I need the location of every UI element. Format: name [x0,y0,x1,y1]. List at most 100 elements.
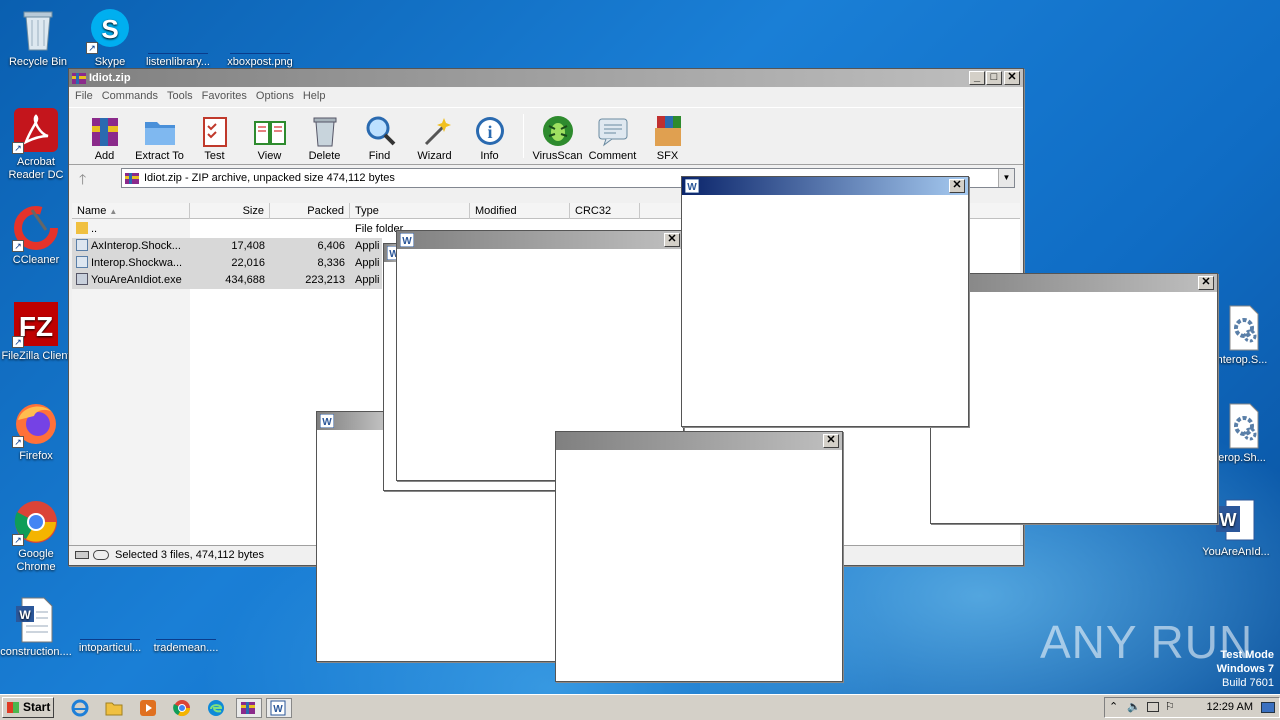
word-app-icon: W [399,232,415,248]
desktop-icon-firefox[interactable]: ↗ Firefox [0,400,74,463]
desktop-icon-label: Recycle Bin [8,56,68,68]
table-row[interactable]: YouAreAnIdiot.exe 434,688 223,213 Appli [72,272,382,289]
desktop-icon-chrome[interactable]: ↗ Google Chrome [0,498,74,574]
wizard-button[interactable]: Wizard [407,108,462,164]
clock[interactable]: 12:29 AM [1207,698,1253,717]
edge-icon[interactable] [206,698,226,718]
trash-icon [308,114,342,148]
close-button[interactable]: ✕ [664,233,680,247]
sfx-button[interactable]: SFX [640,108,695,164]
up-arrow-icon[interactable]: 🡑 [79,169,86,193]
word-taskbar-button[interactable]: W [266,698,292,718]
ccleaner-icon: ↗ [12,204,60,252]
popup-titlebar[interactable]: ✕ [931,274,1217,292]
chevron-down-icon[interactable]: ▼ [998,169,1014,187]
volume-icon[interactable]: 🔈 [1127,698,1141,717]
svg-text:FZ: FZ [19,311,53,342]
file-size: 434,688 [225,274,265,286]
status-text: Selected 3 files, 474,112 bytes [115,549,265,561]
start-button[interactable]: Start [2,697,54,718]
menu-favorites[interactable]: Favorites [202,87,254,107]
desktop-icon-intoparticul[interactable]: intoparticul... [72,596,148,655]
bug-icon [541,114,575,148]
skype-icon: S ↗ [86,6,134,54]
media-player-icon[interactable] [138,698,158,718]
file-name: AxInterop.Shock... [91,240,181,252]
svg-text:W: W [1220,510,1237,530]
winrar-titlebar[interactable]: Idiot.zip _ □ ✕ [69,69,1023,87]
menu-options[interactable]: Options [256,87,301,107]
shortcut-arrow-icon: ↗ [12,534,24,546]
word-app-icon: W [684,178,700,194]
menu-commands[interactable]: Commands [102,87,165,107]
os-version-line: Windows 7 [1216,663,1274,675]
table-row[interactable]: Interop.Shockwa... 22,016 8,336 Appli [72,255,382,272]
comment-button[interactable]: Comment [585,108,640,164]
test-mode-text: Test Mode Windows 7 Build 7601 [1217,648,1274,690]
view-button[interactable]: View [242,108,297,164]
desktop-icon-label: CCleaner [12,254,60,266]
maximize-button[interactable]: □ [986,71,1002,85]
chrome-icon[interactable] [172,698,192,718]
desktop-icon-recycle-bin[interactable]: Recycle Bin [0,6,76,69]
add-archive-icon [88,114,122,148]
extract-to-button[interactable]: Extract To [132,108,187,164]
popup-titlebar[interactable]: W [317,412,383,430]
close-button[interactable]: ✕ [1198,276,1214,290]
desktop-icon-skype[interactable]: S ↗ Skype [72,6,148,69]
word-document-icon: W [12,596,60,644]
chevron-up-icon[interactable]: ⌃ [1109,698,1118,717]
table-row[interactable]: AxInterop.Shock... 17,408 6,406 Appli [72,238,382,255]
column-header-packed[interactable]: Packed [270,203,350,219]
desktop-icon-listenlibrary[interactable]: listenlibrary... [140,6,216,69]
find-button[interactable]: Find [352,108,407,164]
desktop-icon-label: intoparticul... [78,642,142,654]
desktop-icon-trademean[interactable]: trademean.... [148,596,224,655]
desktop-icon-filezilla[interactable]: FZ ↗ FileZilla Client [0,300,74,363]
minimize-button[interactable]: _ [969,71,985,85]
column-header-crc32[interactable]: CRC32 [570,203,640,219]
popup-window[interactable]: ✕ [930,273,1218,524]
info-icon: i [473,114,507,148]
virusscan-button[interactable]: VirusScan [530,108,585,164]
internet-explorer-icon[interactable] [70,698,90,718]
popup-titlebar[interactable]: W ✕ [682,177,968,195]
word-document-icon: W [1212,496,1260,544]
file-size [190,221,270,238]
info-button[interactable]: i Info [462,108,517,164]
desktop-icon-xboxpost[interactable]: xboxpost.png [222,6,298,69]
popup-window-active[interactable]: W ✕ [681,176,969,427]
show-desktop-icon[interactable] [1261,702,1275,713]
add-button[interactable]: Add [77,108,132,164]
menu-help[interactable]: Help [303,87,333,107]
popup-window[interactable]: ✕ [555,431,843,682]
desktop-icon-label: construction.... [0,646,72,658]
menu-file[interactable]: File [75,87,100,107]
column-header-size[interactable]: Size [190,203,270,219]
action-center-flag-icon[interactable]: ⚐ [1165,698,1175,717]
popup-titlebar[interactable]: W ✕ [397,231,683,249]
desktop-icon-acrobat[interactable]: ↗ Acrobat Reader DC [0,106,74,182]
comment-icon [596,114,630,148]
column-header-modified[interactable]: Modified [470,203,570,219]
close-button[interactable]: ✕ [1004,71,1020,85]
network-icon[interactable] [1147,702,1159,712]
close-button[interactable]: ✕ [949,179,965,193]
desktop-icon-construction[interactable]: W construction.... [0,596,74,659]
explorer-folder-icon[interactable] [104,698,124,718]
start-label: Start [23,700,51,714]
file-size: 22,016 [231,257,265,269]
menu-tools[interactable]: Tools [167,87,200,107]
menu-bar: File Commands Tools Favorites Options He… [69,87,1023,107]
dll-file-icon [76,256,88,268]
popup-titlebar[interactable]: ✕ [556,432,842,450]
column-header-type[interactable]: Type [350,203,470,219]
svg-text:W: W [402,236,412,247]
desktop-icon-ccleaner[interactable]: ↗ CCleaner [0,204,74,267]
close-button[interactable]: ✕ [823,434,839,448]
winrar-taskbar-button[interactable] [236,698,262,718]
column-header-name[interactable]: Name ▲ [72,203,190,219]
winrar-icon [72,71,86,85]
delete-button[interactable]: Delete [297,108,352,164]
test-button[interactable]: Test [187,108,242,164]
